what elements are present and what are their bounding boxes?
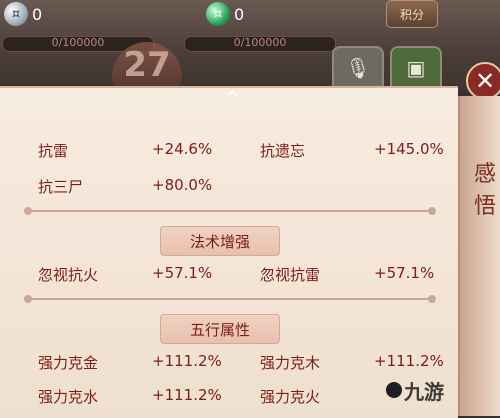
attr-value: +57.1% [152,264,213,282]
close-button[interactable]: ✕ [466,62,500,100]
attr-value: +111.2% [152,386,222,404]
attr-name: 忽视抗火 [38,266,99,284]
silver-coin-icon: ¤ [4,2,28,26]
attr-value: +145.0% [374,140,444,158]
attr-value: +57.1% [374,264,435,282]
section-divider [24,295,436,303]
attr-value: +80.0% [152,176,213,194]
right-progress-bar: 0/100000 [184,36,336,52]
attr-name: 强力克木 [260,354,321,372]
jade-coin-icon: ¤ [206,2,230,26]
bag-icon: ▣ [406,56,426,80]
attr-value: +111.2% [374,352,444,370]
round-badge: 27 [112,42,182,88]
section-divider [24,207,436,215]
side-panel[interactable]: 感 悟 [458,96,500,416]
attr-name: 抗雷 [38,142,69,160]
attr-value: +111.2% [152,352,222,370]
attr-name: 忽视抗雷 [260,266,321,284]
side-char-1: 感 [474,162,497,187]
points-button[interactable]: 积分 [386,0,438,28]
collapse-caret-icon[interactable]: ⌃ [224,86,241,110]
attr-name: 抗三尸 [38,178,84,196]
top-hud: ¤ 0 ¤ 0 0/100000 0/100000 27 积分 🎙 ▣ [0,0,500,94]
right-progress-text: 0/100000 [233,36,287,49]
attribute-panel: ⌃ 抗雷 +24.6% 抗遗忘 +145.0% 抗三尸 +80.0% 法术增强 … [0,86,458,418]
attr-name: 强力克金 [38,354,99,372]
attr-name: 强力克火 [260,388,321,406]
jade-count: 0 [234,4,245,24]
attr-row: 抗雷 +24.6% 抗遗忘 +145.0% [0,140,458,164]
attr-row: 抗三尸 +80.0% [0,176,458,200]
attr-name: 抗遗忘 [260,142,306,160]
jade-currency: ¤ 0 [206,2,244,26]
watermark-icon [386,382,402,398]
side-char-2: 悟 [474,194,497,219]
attr-row: 强力克金 +111.2% 强力克木 +111.2% [0,352,458,376]
silver-currency: ¤ 0 [4,2,42,26]
attr-name: 强力克水 [38,388,99,406]
microphone-icon: 🎙 [345,56,371,80]
attr-value: +24.6% [152,140,213,158]
section-header-elements: 五行属性 [160,314,280,344]
close-icon: ✕ [474,67,496,95]
section-header-spell: 法术增强 [160,226,280,256]
watermark-text: 九游 [404,380,444,404]
silver-count: 0 [32,4,43,24]
attr-row: 忽视抗火 +57.1% 忽视抗雷 +57.1% [0,264,458,288]
